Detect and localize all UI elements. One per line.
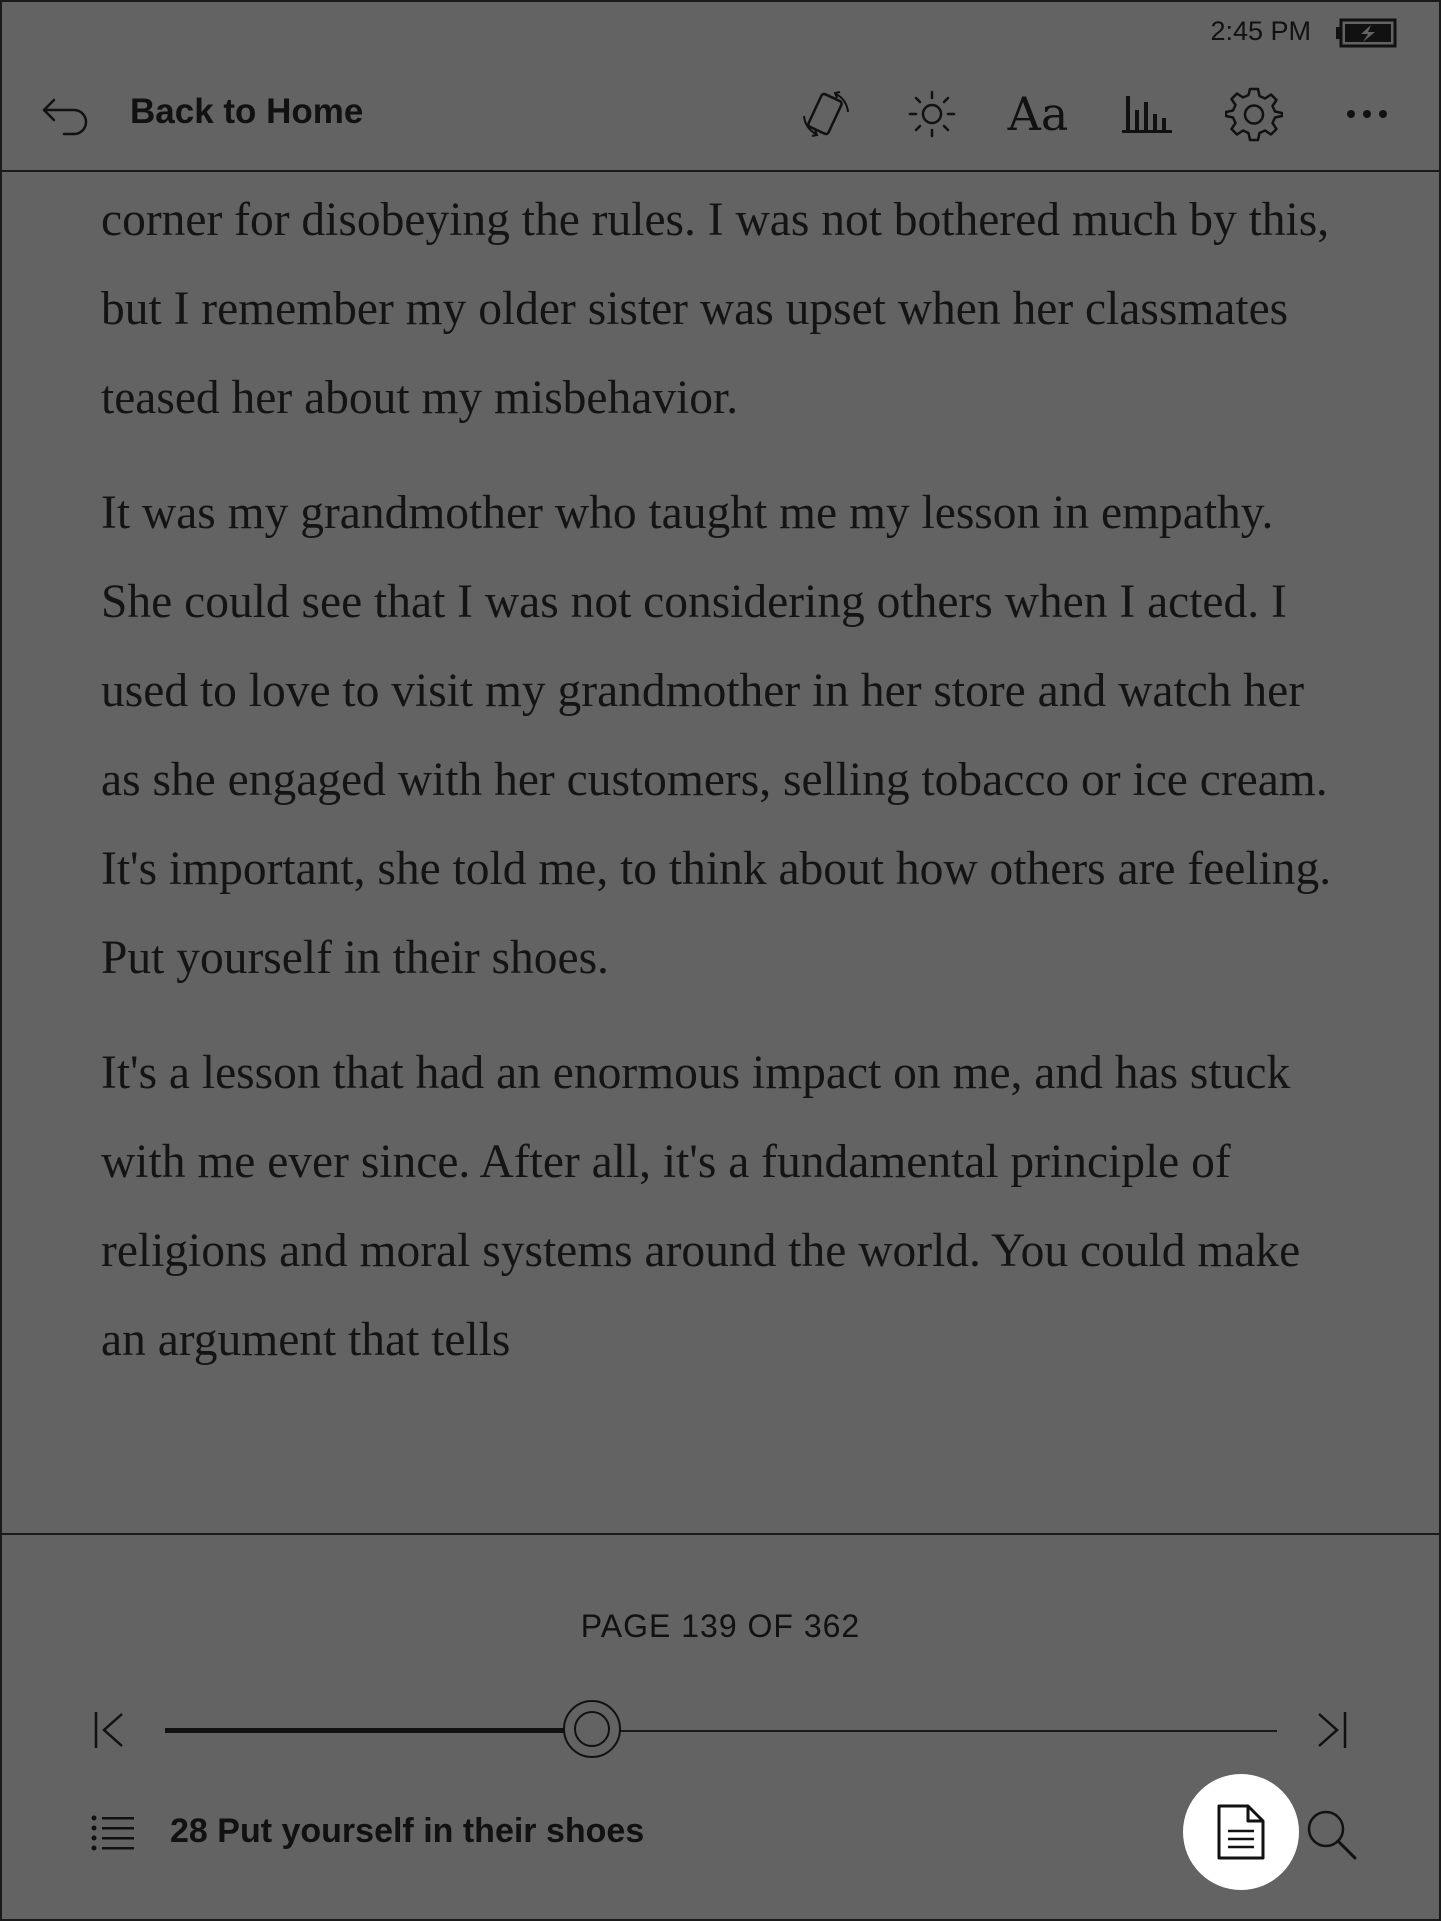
back-arrow-icon[interactable] — [40, 92, 90, 136]
page-indicator: PAGE 139 OF 362 — [580, 1608, 861, 1644]
more-options-button[interactable] — [1337, 84, 1397, 144]
gear-icon — [1225, 87, 1283, 142]
brightness-button[interactable] — [902, 84, 962, 144]
slider-progress — [165, 1728, 592, 1733]
reading-stats-button[interactable] — [1116, 84, 1176, 144]
last-page-icon[interactable] — [1313, 1710, 1349, 1750]
slider-handle[interactable] — [562, 1700, 621, 1758]
page-slider[interactable] — [165, 1700, 1277, 1762]
paragraph: It's a lesson that had an enormous impac… — [101, 1047, 1301, 1366]
font-icon: Aa — [1007, 87, 1069, 141]
brightness-icon — [908, 90, 956, 138]
table-of-contents-icon[interactable] — [90, 1812, 136, 1852]
more-icon — [1347, 110, 1387, 118]
rotate-button[interactable] — [796, 84, 856, 144]
paragraph: It was my grandmother who taught me my l… — [101, 487, 1332, 984]
first-page-icon[interactable] — [92, 1710, 128, 1750]
settings-button[interactable] — [1224, 84, 1284, 144]
battery-charging-icon — [1336, 18, 1397, 48]
top-toolbar: Back to Home Aa — [0, 60, 1441, 172]
bottom-divider — [0, 1533, 1441, 1535]
stats-icon — [1122, 96, 1172, 133]
back-to-home-button[interactable]: Back to Home — [130, 92, 363, 132]
paragraph: thing. In my early years in school, I of… — [101, 194, 1330, 424]
page-view-button[interactable] — [1183, 1774, 1299, 1890]
book-page-content[interactable]: thing. In my early years in school, I of… — [0, 172, 1441, 1532]
search-icon[interactable] — [1305, 1808, 1357, 1860]
font-settings-button[interactable]: Aa — [1007, 84, 1069, 144]
document-icon — [1217, 1804, 1265, 1860]
current-chapter-title[interactable]: 28 Put yourself in their shoes — [170, 1812, 644, 1851]
rotate-icon — [803, 91, 849, 137]
page-text: thing. In my early years in school, I of… — [101, 172, 1351, 1411]
status-time: 2:45 PM — [1210, 16, 1311, 46]
